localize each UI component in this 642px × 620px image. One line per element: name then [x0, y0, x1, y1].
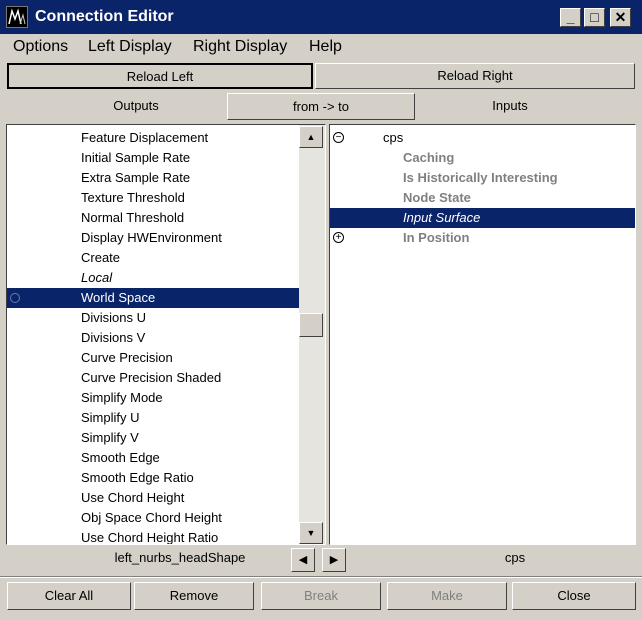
nav-left-button[interactable]: ◀ [291, 548, 315, 572]
input-attribute-label: Caching [403, 150, 455, 165]
input-node-label: cps [383, 130, 404, 145]
expand-icon[interactable]: + [333, 232, 344, 243]
output-attribute-row[interactable]: Divisions U [7, 308, 299, 328]
output-attribute-row[interactable]: Obj Space Chord Height [7, 508, 299, 528]
outputs-label: Outputs [113, 98, 159, 113]
output-attribute-row[interactable]: Feature Displacement [7, 128, 299, 148]
output-attribute-label: Normal Threshold [81, 210, 185, 225]
collapse-icon[interactable]: − [333, 132, 344, 143]
output-attribute-label: Divisions V [81, 330, 146, 345]
window-title: Connection Editor [35, 8, 174, 25]
output-attribute-label: Local [81, 270, 113, 285]
output-attribute-row[interactable]: Curve Precision Shaded [7, 368, 299, 388]
outputs-list-panel[interactable]: Feature Displacement Initial Sample Rate E… [6, 124, 326, 545]
output-attribute-row[interactable]: Use Chord Height [7, 488, 299, 508]
scroll-thumb[interactable] [299, 313, 323, 337]
remove-button[interactable]: Remove [134, 582, 254, 610]
input-attribute-label: Input Surface [403, 210, 481, 225]
output-attribute-row[interactable]: Simplify U [7, 408, 299, 428]
inputs-list-panel[interactable]: − cps Caching Is Historically Interesting No… [329, 124, 636, 545]
make-button[interactable]: Make [387, 582, 507, 610]
output-attribute-label: Create [81, 250, 121, 265]
output-attribute-row[interactable]: Normal Threshold [7, 208, 299, 228]
output-attribute-label: Display HWEnvironment [81, 230, 222, 245]
output-attribute-row[interactable]: Local [7, 268, 299, 288]
input-attribute-row[interactable]: Node State [330, 188, 635, 208]
inputs-label: Inputs [492, 98, 528, 113]
close-window-button[interactable]: ✕ [610, 8, 631, 27]
close-button[interactable]: Close [512, 582, 636, 610]
output-attribute-row[interactable]: World Space [7, 288, 299, 308]
output-attribute-row[interactable]: Initial Sample Rate [7, 148, 299, 168]
output-attribute-label: Simplify Mode [81, 390, 163, 405]
left-node-name: left_nurbs_headShape [114, 550, 246, 565]
clear-all-button[interactable]: Clear All [7, 582, 131, 610]
outputs-list: Feature Displacement Initial Sample Rate E… [7, 128, 299, 545]
output-attribute-row[interactable]: Create [7, 248, 299, 268]
menu-left-display[interactable]: Left Display [88, 38, 172, 56]
output-attribute-label: Simplify V [81, 430, 139, 445]
output-attribute-row[interactable]: Smooth Edge [7, 448, 299, 468]
output-attribute-label: Extra Sample Rate [81, 170, 191, 185]
output-attribute-row[interactable]: Texture Threshold [7, 188, 299, 208]
output-attribute-row[interactable]: Display HWEnvironment [7, 228, 299, 248]
input-attribute-label: In Position [403, 230, 470, 245]
nav-right-button[interactable]: ▶ [322, 548, 346, 572]
outputs-scrollbar[interactable]: ▲ ▼ [299, 125, 325, 544]
input-attribute-row[interactable]: Input Surface [330, 208, 635, 228]
break-button[interactable]: Break [261, 582, 381, 610]
input-attribute-label: Node State [403, 190, 471, 205]
output-attribute-label: Feature Displacement [81, 130, 209, 145]
output-attribute-row[interactable]: Smooth Edge Ratio [7, 468, 299, 488]
maximize-button[interactable]: □ [584, 8, 605, 27]
title-bar[interactable]: Connection Editor _ □ ✕ [0, 0, 642, 34]
output-attribute-row[interactable]: Simplify V [7, 428, 299, 448]
maya-logo-icon [6, 6, 28, 28]
input-attribute-row[interactable]: Is Historically Interesting [330, 168, 635, 188]
menu-bar: Options Left Display Right Display Help [0, 34, 642, 60]
input-attribute-row[interactable]: Caching [330, 148, 635, 168]
input-attribute-label: Is Historically Interesting [403, 170, 558, 185]
output-attribute-label: Divisions U [81, 310, 147, 325]
reload-left-button[interactable]: Reload Left [7, 63, 313, 89]
input-node-row[interactable]: − cps [330, 128, 635, 148]
output-attribute-label: Curve Precision Shaded [81, 370, 222, 385]
output-attribute-label: Curve Precision [81, 350, 173, 365]
menu-options[interactable]: Options [13, 38, 68, 56]
output-attribute-label: Texture Threshold [81, 190, 185, 205]
output-attribute-row[interactable]: Use Chord Height Ratio [7, 528, 299, 545]
output-attribute-row[interactable]: Extra Sample Rate [7, 168, 299, 188]
output-attribute-label: Smooth Edge [81, 450, 160, 465]
divider [0, 576, 642, 578]
output-attribute-label: Initial Sample Rate [81, 150, 191, 165]
inputs-list: − cps Caching Is Historically Interesting No… [330, 128, 635, 248]
output-attribute-label: Use Chord Height [81, 490, 185, 505]
minimize-button[interactable]: _ [560, 8, 581, 27]
menu-right-display[interactable]: Right Display [193, 38, 287, 56]
right-node-name: cps [504, 550, 526, 565]
menu-help[interactable]: Help [309, 38, 342, 56]
output-attribute-label: Obj Space Chord Height [81, 510, 222, 525]
scroll-down-button[interactable]: ▼ [299, 522, 323, 544]
output-attribute-row[interactable]: Simplify Mode [7, 388, 299, 408]
output-attribute-label: Use Chord Height Ratio [81, 530, 219, 545]
output-attribute-label: Simplify U [81, 410, 140, 425]
output-attribute-row[interactable]: Divisions V [7, 328, 299, 348]
output-attribute-label: World Space [81, 290, 156, 305]
scroll-up-button[interactable]: ▲ [299, 126, 323, 148]
output-attribute-row[interactable]: Curve Precision [7, 348, 299, 368]
from-to-button[interactable]: from -> to [227, 93, 415, 120]
input-attribute-row[interactable]: + In Position [330, 228, 635, 248]
expand-icon[interactable] [10, 293, 20, 303]
reload-right-button[interactable]: Reload Right [315, 63, 635, 89]
output-attribute-label: Smooth Edge Ratio [81, 470, 194, 485]
